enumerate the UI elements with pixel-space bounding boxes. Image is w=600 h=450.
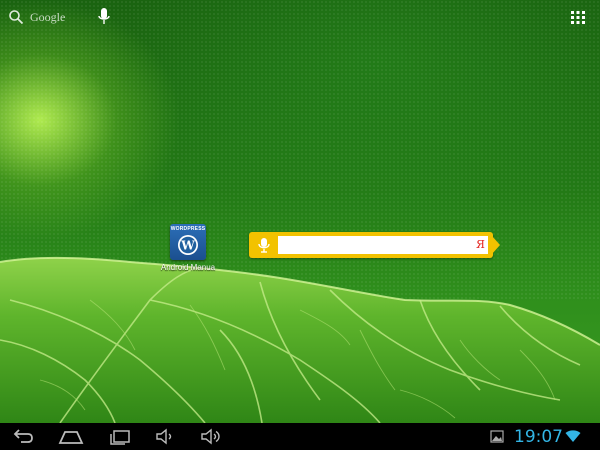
- leaf-illustration: [0, 256, 600, 423]
- status-clock: 19:07: [514, 427, 563, 447]
- app-shortcut-android-manual[interactable]: WORDPRESS W Android Manua: [158, 224, 218, 278]
- yandex-logo: Я: [476, 238, 485, 251]
- home-icon[interactable]: [58, 428, 84, 445]
- volume-down-icon[interactable]: [155, 428, 175, 445]
- app-shortcut-label: Android Manua: [160, 263, 216, 272]
- home-screen: Google WORDPRESS W Android Manua Я 19:07: [0, 0, 600, 450]
- search-icon: [9, 10, 24, 25]
- top-bar: Google: [0, 0, 600, 34]
- wordpress-logo-icon: W: [178, 235, 198, 255]
- wordpress-glyph: W: [180, 239, 195, 253]
- microphone-icon[interactable]: [254, 236, 274, 254]
- wallpaper: [0, 0, 600, 423]
- system-navigation-bar: 19:07: [0, 423, 600, 450]
- wifi-icon: [565, 430, 581, 442]
- google-search-label: Google: [30, 9, 66, 24]
- google-search-bar[interactable]: Google: [8, 7, 65, 27]
- image-icon: [490, 430, 504, 443]
- volume-up-icon[interactable]: [200, 428, 222, 445]
- yandex-search-widget: Я: [249, 232, 501, 258]
- yandex-widget-arrow: [492, 236, 500, 254]
- wordpress-app-icon: WORDPRESS W: [170, 224, 206, 260]
- yandex-search-input[interactable]: [278, 236, 488, 254]
- all-apps-grid-icon[interactable]: [570, 10, 586, 24]
- back-icon[interactable]: [12, 428, 34, 445]
- recent-apps-icon[interactable]: [107, 428, 131, 445]
- microphone-icon[interactable]: [97, 8, 111, 26]
